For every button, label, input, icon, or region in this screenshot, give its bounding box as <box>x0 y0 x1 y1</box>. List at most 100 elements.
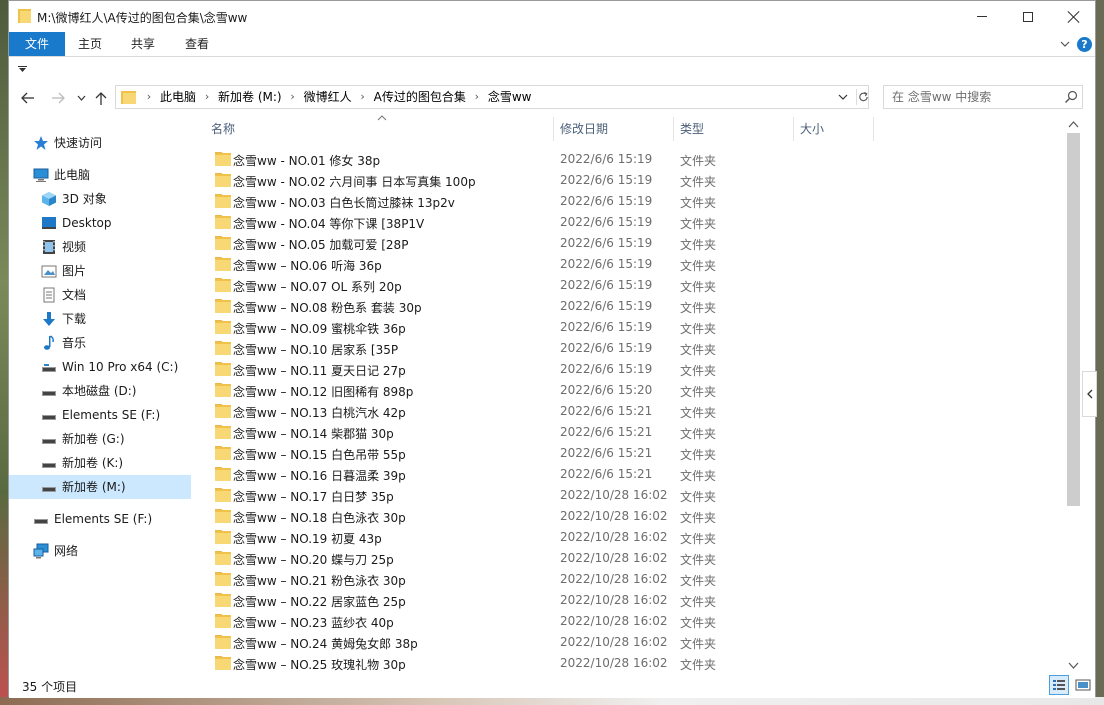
recent-locations-button[interactable] <box>75 89 87 107</box>
file-name[interactable]: 念雪ww – NO.14 柴郡猫 30p <box>233 425 394 442</box>
address-bar[interactable]: › 此电脑 › 新加卷 (M:) › 微博红人 › A传过的图包合集 › 念雪w… <box>115 85 869 109</box>
column-header-size[interactable]: 大小 <box>800 115 870 143</box>
file-name[interactable]: 念雪ww - NO.05 加载可爱 [28P <box>233 236 408 253</box>
file-row[interactable]: 念雪ww – NO.19 初夏 43p 2022/10/28 16:02 文件夹 <box>211 527 731 548</box>
file-name[interactable]: 念雪ww – NO.21 粉色泳衣 30p <box>233 572 406 589</box>
file-row[interactable]: 念雪ww – NO.16 日暮温柔 39p 2022/6/6 15:21 文件夹 <box>211 464 731 485</box>
column-header-name[interactable]: 名称 <box>211 115 551 143</box>
file-name[interactable]: 念雪ww - NO.03 白色长筒过膝袜 13p2v <box>233 194 455 211</box>
breadcrumb-current[interactable]: 念雪ww <box>488 86 532 108</box>
help-icon[interactable]: ? <box>1077 37 1092 52</box>
breadcrumb-separator[interactable]: › <box>352 86 374 108</box>
sidebar-item-desktop[interactable]: Desktop <box>9 211 191 235</box>
file-name[interactable]: 念雪ww – NO.16 日暮温柔 39p <box>233 467 406 484</box>
breadcrumb-separator[interactable]: › <box>196 86 218 108</box>
file-row[interactable]: 念雪ww - NO.02 六月间事 日本写真集 100p 2022/6/6 15:… <box>211 170 731 191</box>
search-box[interactable] <box>883 85 1083 109</box>
file-row[interactable]: 念雪ww – NO.07 OL 系列 20p 2022/6/6 15:19 文件夹 <box>211 275 731 296</box>
sidebar-item-drive-m[interactable]: 新加卷 (M:) <box>9 475 191 499</box>
file-row[interactable]: 念雪ww – NO.14 柴郡猫 30p 2022/6/6 15:21 文件夹 <box>211 422 731 443</box>
file-row[interactable]: 念雪ww – NO.09 蜜桃伞铁 36p 2022/6/6 15:19 文件夹 <box>211 317 731 338</box>
file-row[interactable]: 念雪ww – NO.10 居家系 [35P 2022/6/6 15:19 文件夹 <box>211 338 731 359</box>
tab-view[interactable]: 查看 <box>173 32 221 56</box>
title-bar[interactable]: M:\微博红人\A传过的图包合集\念雪ww <box>9 1 1095 32</box>
file-row[interactable]: 念雪ww - NO.04 等你下课 [38P1V 2022/6/6 15:19 文件… <box>211 212 731 233</box>
sidebar-item-music[interactable]: 音乐 <box>9 331 191 355</box>
tab-share[interactable]: 共享 <box>119 32 167 56</box>
file-row[interactable]: 念雪ww – NO.18 白色泳衣 30p 2022/10/28 16:02 文件夹 <box>211 506 731 527</box>
scrollbar-thumb[interactable] <box>1067 133 1080 506</box>
search-input[interactable] <box>892 89 1052 105</box>
scroll-down-icon[interactable] <box>1068 660 1079 670</box>
file-name[interactable]: 念雪ww – NO.10 居家系 [35P <box>233 341 398 358</box>
file-row[interactable]: 念雪ww – NO.22 居家蓝色 25p 2022/10/28 16:02 文件夹 <box>211 590 731 611</box>
file-name[interactable]: 念雪ww – NO.18 白色泳衣 30p <box>233 509 406 526</box>
up-button[interactable] <box>92 89 110 107</box>
file-row[interactable]: 念雪ww – NO.23 蓝纱衣 40p 2022/10/28 16:02 文件夹 <box>211 611 731 632</box>
file-row[interactable]: 念雪ww – NO.06 听海 36p 2022/6/6 15:19 文件夹 <box>211 254 731 275</box>
file-row[interactable]: 念雪ww - NO.05 加载可爱 [28P 2022/6/6 15:19 文件夹 <box>211 233 731 254</box>
file-name[interactable]: 念雪ww – NO.08 粉色系 套装 30p <box>233 299 422 316</box>
preview-pane-toggle[interactable] <box>1082 371 1097 417</box>
sidebar-item-network[interactable]: 网络 <box>9 539 191 563</box>
customize-toolbar-icon[interactable] <box>18 66 27 72</box>
file-name[interactable]: 念雪ww - NO.02 六月间事 日本写真集 100p <box>233 173 476 190</box>
file-row[interactable]: 念雪ww – NO.17 白日梦 35p 2022/10/28 16:02 文件夹 <box>211 485 731 506</box>
close-button[interactable] <box>1051 1 1097 32</box>
expand-ribbon-icon[interactable] <box>1059 38 1071 50</box>
breadcrumb-collection[interactable]: A传过的图包合集 <box>374 86 466 108</box>
file-name[interactable]: 念雪ww – NO.20 蝶与刀 25p <box>233 551 394 568</box>
file-row[interactable]: 念雪ww - NO.03 白色长筒过膝袜 13p2v 2022/6/6 15:19… <box>211 191 731 212</box>
column-divider[interactable] <box>673 117 674 141</box>
file-name[interactable]: 念雪ww - NO.04 等你下课 [38P1V <box>233 215 424 232</box>
file-name[interactable]: 念雪ww – NO.09 蜜桃伞铁 36p <box>233 320 406 337</box>
file-name[interactable]: 念雪ww – NO.07 OL 系列 20p <box>233 278 402 295</box>
column-header-type[interactable]: 类型 <box>680 115 792 143</box>
breadcrumb-weibo[interactable]: 微博红人 <box>304 86 352 108</box>
forward-button[interactable] <box>49 89 67 107</box>
breadcrumb-separator[interactable]: › <box>466 86 488 108</box>
file-row[interactable]: 念雪ww – NO.24 黄姆兔女郎 38p 2022/10/28 16:02 文件… <box>211 632 731 653</box>
tab-home[interactable]: 主页 <box>67 32 113 56</box>
tab-file[interactable]: 文件 <box>9 32 65 56</box>
sidebar-item-downloads[interactable]: 下载 <box>9 307 191 331</box>
sidebar-item-drive-c[interactable]: Win 10 Pro x64 (C:) <box>9 355 191 379</box>
search-icon[interactable] <box>1064 90 1078 104</box>
file-name[interactable]: 念雪ww – NO.12 旧图稀有 898p <box>233 383 413 400</box>
file-row[interactable]: 念雪ww – NO.21 粉色泳衣 30p 2022/10/28 16:02 文件夹 <box>211 569 731 590</box>
sidebar-item-this-pc[interactable]: 此电脑 <box>9 163 191 187</box>
sidebar-item-elements-se[interactable]: Elements SE (F:) <box>9 507 191 531</box>
sidebar-item-quick-access[interactable]: 快速访问 <box>9 131 191 155</box>
file-row[interactable]: 念雪ww – NO.20 蝶与刀 25p 2022/10/28 16:02 文件夹 <box>211 548 731 569</box>
sidebar-item-videos[interactable]: 视频 <box>9 235 191 259</box>
minimize-button[interactable] <box>959 1 1005 32</box>
large-icons-view-button[interactable] <box>1073 675 1093 695</box>
sidebar-item-3d-objects[interactable]: 3D 对象 <box>9 187 191 211</box>
sidebar-item-documents[interactable]: 文档 <box>9 283 191 307</box>
file-name[interactable]: 念雪ww – NO.11 夏天日记 27p <box>233 362 406 379</box>
file-row[interactable]: 念雪ww – NO.11 夏天日记 27p 2022/6/6 15:19 文件夹 <box>211 359 731 380</box>
sidebar-item-drive-g[interactable]: 新加卷 (G:) <box>9 427 191 451</box>
file-name[interactable]: 念雪ww - NO.01 修女 38p <box>233 152 380 169</box>
file-row[interactable]: 念雪ww – NO.12 旧图稀有 898p 2022/6/6 15:20 文件夹 <box>211 380 731 401</box>
breadcrumb-this-pc[interactable]: 此电脑 <box>160 86 196 108</box>
file-name[interactable]: 念雪ww – NO.13 白桃汽水 42p <box>233 404 406 421</box>
column-divider[interactable] <box>873 117 874 141</box>
file-row[interactable]: 念雪ww – NO.15 白色吊带 55p 2022/6/6 15:21 文件夹 <box>211 443 731 464</box>
sidebar-item-drive-k[interactable]: 新加卷 (K:) <box>9 451 191 475</box>
file-name[interactable]: 念雪ww – NO.17 白日梦 35p <box>233 488 394 505</box>
refresh-icon[interactable] <box>856 89 870 105</box>
breadcrumb-separator[interactable]: › <box>282 86 304 108</box>
file-name[interactable]: 念雪ww – NO.23 蓝纱衣 40p <box>233 614 394 631</box>
file-name[interactable]: 念雪ww – NO.19 初夏 43p <box>233 530 382 547</box>
file-name[interactable]: 念雪ww – NO.22 居家蓝色 25p <box>233 593 406 610</box>
file-name[interactable]: 念雪ww – NO.15 白色吊带 55p <box>233 446 406 463</box>
column-divider[interactable] <box>793 117 794 141</box>
back-button[interactable] <box>19 89 37 107</box>
column-divider[interactable] <box>553 117 554 141</box>
file-name[interactable]: 念雪ww – NO.06 听海 36p <box>233 257 382 274</box>
details-view-button[interactable] <box>1049 675 1069 695</box>
file-name[interactable]: 念雪ww – NO.24 黄姆兔女郎 38p <box>233 635 418 652</box>
scroll-up-icon[interactable] <box>1068 120 1079 130</box>
column-header-date[interactable]: 修改日期 <box>560 115 672 143</box>
